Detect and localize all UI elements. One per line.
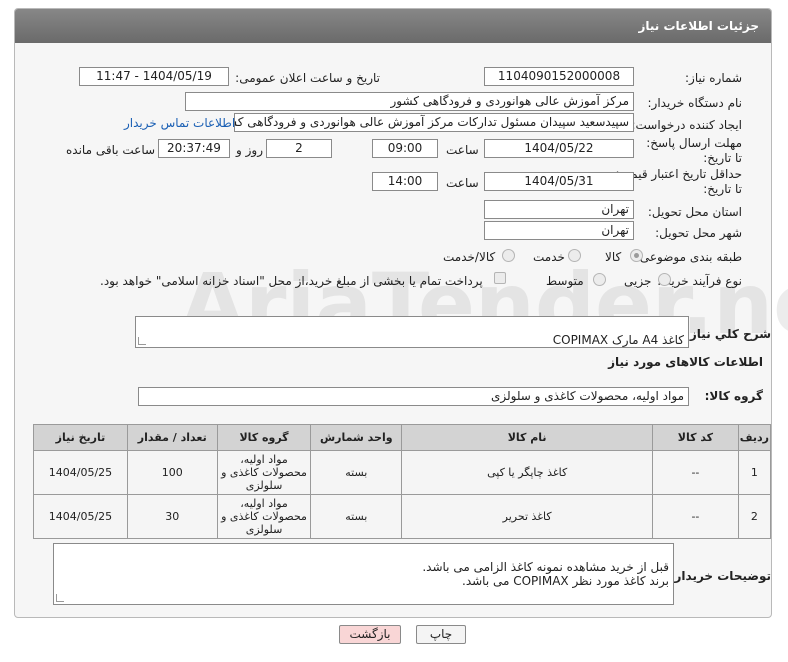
cell-name: کاغذ چاپگر یا کپی: [401, 450, 654, 495]
col-group: گروه کالا: [216, 424, 312, 451]
city-field: تهران: [484, 221, 634, 240]
treasury-checkbox[interactable]: [494, 272, 506, 284]
buyer-contact-link[interactable]: اطلاعات تماس خریدار: [124, 116, 235, 130]
category-both-radio[interactable]: [502, 249, 515, 262]
days-field: 2: [266, 139, 332, 158]
goods-info-title: اطلاعات کالاهای مورد نیاز: [608, 355, 763, 369]
buyer-notes-textarea[interactable]: قبل از خرید مشاهده نمونه کاغذ الزامی می …: [53, 543, 674, 605]
price-time-field: 14:00: [372, 172, 438, 191]
buyer-org-field: مرکز آموزش عالی هوانوردی و فرودگاهی کشور: [185, 92, 634, 111]
remaining-label: ساعت باقی مانده: [66, 143, 156, 157]
cell-group: مواد اولیه، محصولات کاغذی و سلولزی: [216, 494, 312, 539]
announce-field: 1404/05/19 - 11:47: [79, 67, 229, 86]
cell-name: کاغذ تحریر: [401, 494, 654, 539]
buyer-notes-text: قبل از خرید مشاهده نمونه کاغذ الزامی می …: [422, 560, 669, 588]
province-field: تهران: [484, 200, 634, 219]
cell-group: مواد اولیه، محصولات کاغذی و سلولزی: [216, 450, 312, 495]
cell-row: 1: [737, 450, 772, 495]
description-label: شرح کلي نياز:: [685, 327, 771, 341]
cell-code: --: [652, 494, 739, 539]
reply-deadline-label: مهلت ارسال پاسخ: تا تاریخ:: [646, 136, 742, 165]
buyer-notes-label: توضیحات خریدار:: [669, 569, 771, 583]
creator-label: ایجاد کننده درخواست:: [631, 118, 742, 132]
process-medium-label: متوسط: [546, 274, 584, 288]
category-label: طبقه بندی موضوعی:: [635, 250, 742, 264]
panel-title-bar: جزئیات اطلاعات نیاز: [15, 9, 771, 43]
cell-code: --: [652, 450, 739, 495]
remaining-time-field: 20:37:49: [158, 139, 230, 158]
need-number-label: شماره نیاز:: [685, 71, 742, 85]
reply-date-field: 1404/05/22: [484, 139, 634, 158]
back-button[interactable]: بازگشت: [339, 625, 401, 644]
reply-time-field: 09:00: [372, 139, 438, 158]
description-textarea[interactable]: کاغذ A4 مارک COPIMAX کاغذ A5 مارک COPIMA…: [135, 316, 689, 348]
goods-group-field: مواد اولیه، محصولات کاغذی و سلولزی: [138, 387, 689, 406]
reply-time-label: ساعت: [446, 143, 479, 157]
cell-qty: 100: [126, 450, 218, 495]
panel-title: جزئیات اطلاعات نیاز: [638, 19, 759, 33]
cell-row: 2: [737, 494, 772, 539]
category-service-label: خدمت: [533, 250, 565, 264]
payment-note: پرداخت تمام یا بخشی از مبلغ خرید،از محل …: [100, 274, 483, 288]
price-time-label: ساعت: [446, 176, 479, 190]
process-partial-radio[interactable]: [658, 273, 671, 286]
creator-field: سپیدسعید سپیدان مسئول تدارکات مرکز آموزش…: [234, 113, 634, 132]
resize-grip-icon[interactable]: [56, 594, 64, 602]
table-row: 1 -- کاغذ چاپگر یا کپی بسته مواد اولیه، …: [33, 450, 772, 495]
category-both-label: کالا/خدمت: [443, 250, 496, 264]
need-number-field: 1104090152000008: [484, 67, 634, 86]
cell-qty: 30: [126, 494, 218, 539]
province-label: استان محل تحویل:: [647, 205, 742, 219]
col-name: نام کالا: [401, 424, 654, 451]
cell-date: 1404/05/25: [33, 450, 128, 495]
goods-group-label: گروه کالا:: [704, 389, 763, 403]
col-date: تاریخ نیاز: [33, 424, 128, 451]
print-button[interactable]: چاپ: [416, 625, 466, 644]
description-text: کاغذ A4 مارک COPIMAX کاغذ A5 مارک COPIMA…: [552, 333, 684, 347]
buyer-org-label: نام دستگاه خریدار:: [647, 96, 743, 110]
announce-label: تاریخ و ساعت اعلان عمومی:: [235, 71, 380, 85]
process-medium-radio[interactable]: [593, 273, 606, 286]
cell-date: 1404/05/25: [33, 494, 128, 539]
category-service-radio[interactable]: [568, 249, 581, 262]
category-goods-label: کالا: [605, 250, 622, 264]
col-row: ردیف: [737, 424, 772, 451]
resize-grip-icon[interactable]: [138, 337, 146, 345]
process-partial-label: جزیی: [624, 274, 652, 288]
goods-table: ردیف کد کالا نام کالا واحد شمارش گروه کا…: [33, 424, 772, 539]
col-unit: واحد شمارش: [310, 424, 403, 451]
days-label: روز و: [236, 143, 263, 157]
col-qty: تعداد / مقدار: [126, 424, 218, 451]
col-code: کد کالا: [652, 424, 739, 451]
cell-unit: بسته: [310, 494, 403, 539]
price-date-field: 1404/05/31: [484, 172, 634, 191]
city-label: شهر محل تحویل:: [655, 226, 742, 240]
category-goods-radio[interactable]: [630, 249, 643, 262]
table-row: 2 -- کاغذ تحریر بسته مواد اولیه، محصولات…: [33, 494, 772, 539]
cell-unit: بسته: [310, 450, 403, 495]
